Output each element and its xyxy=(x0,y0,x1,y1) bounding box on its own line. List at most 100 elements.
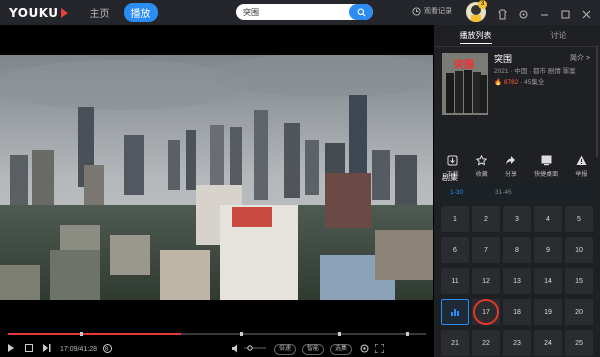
episode-button[interactable]: 17 xyxy=(472,299,500,325)
episode-number: 1 xyxy=(453,215,457,223)
maximize-icon[interactable] xyxy=(560,7,571,19)
episode-button[interactable]: 22 xyxy=(472,330,500,356)
next-icon[interactable] xyxy=(43,344,51,354)
episode-button[interactable]: 6 xyxy=(441,237,469,263)
svg-text:B: B xyxy=(105,346,109,352)
episode-number: 8 xyxy=(515,246,519,254)
search-button[interactable] xyxy=(349,4,373,20)
download-icon xyxy=(447,155,458,166)
fullscreen-icon[interactable] xyxy=(374,343,385,355)
star-icon xyxy=(476,155,488,166)
episode-number: 7 xyxy=(484,246,488,254)
episode-button[interactable]: 12 xyxy=(472,268,500,294)
progress-bar[interactable] xyxy=(8,332,426,336)
search-box[interactable]: 突围 xyxy=(236,4,373,20)
episode-range-tabs: 1-30 31-45 xyxy=(440,185,594,200)
intro-link[interactable]: 简介 > xyxy=(570,53,590,63)
tab-playlist[interactable]: 播放列表 xyxy=(434,25,517,46)
episode-button[interactable]: 19 xyxy=(534,299,562,325)
episode-button[interactable]: 3 xyxy=(503,206,531,232)
poster-title-text: 突围 xyxy=(454,60,474,71)
episode-button[interactable]: 9 xyxy=(534,237,562,263)
chapter-marker xyxy=(240,332,243,336)
show-meta: 2021 · 中国 · 都市 剧情 罪案 xyxy=(494,68,576,75)
stop-icon[interactable] xyxy=(25,344,33,354)
episode-button[interactable]: 18 xyxy=(503,299,531,325)
episode-number: 12 xyxy=(482,277,490,285)
range-tab-1-30[interactable]: 1-30 xyxy=(450,189,463,196)
episode-number: 4 xyxy=(546,215,550,223)
episode-number: 10 xyxy=(575,246,583,254)
play-icon[interactable] xyxy=(7,344,15,354)
episode-button[interactable]: 24 xyxy=(534,330,562,356)
episode-number: 13 xyxy=(513,277,521,285)
volume-icon[interactable] xyxy=(231,344,241,355)
smart-button[interactable]: 智能 xyxy=(302,343,325,355)
episode-number: 15 xyxy=(575,277,583,285)
youku-logo[interactable]: YOUKU xyxy=(9,6,68,20)
report-label: 举报 xyxy=(575,172,588,178)
tab-discussion[interactable]: 讨论 xyxy=(517,25,600,46)
show-info: 突围 突围 简介 > 2021 · 中国 · 都市 剧情 罪案 🔥 8782 ·… xyxy=(434,47,600,157)
episode-button[interactable]: 10 xyxy=(565,237,593,263)
chapter-marker xyxy=(338,332,341,336)
select-episode-button[interactable]: 选集 xyxy=(330,343,353,355)
progress-fill xyxy=(8,333,182,335)
nav-home-tab[interactable]: 主页 xyxy=(90,5,110,20)
tab-playlist-label: 播放列表 xyxy=(459,31,492,44)
episode-button[interactable]: 14 xyxy=(534,268,562,294)
skin-icon[interactable] xyxy=(497,7,508,20)
logo-play-icon xyxy=(60,7,68,18)
episode-number: 24 xyxy=(544,339,552,347)
episode-button[interactable]: 11 xyxy=(441,268,469,294)
range-tab-31-45[interactable]: 31-45 xyxy=(495,189,512,196)
episode-number: 11 xyxy=(451,277,459,285)
episode-button[interactable]: 25 xyxy=(565,330,593,356)
episode-button[interactable]: 20 xyxy=(565,299,593,325)
nav-play-tab[interactable]: 播放 xyxy=(123,3,158,22)
episode-playing[interactable] xyxy=(441,299,469,325)
tab-discussion-label: 讨论 xyxy=(550,31,567,40)
episode-button[interactable]: 5 xyxy=(565,206,593,232)
episode-number: 6 xyxy=(453,246,457,254)
show-rating: 🔥 8782 · 45集全 xyxy=(494,76,544,86)
settings-gear-icon[interactable] xyxy=(360,344,369,355)
episode-button[interactable]: 1 xyxy=(441,206,469,232)
scrollbar[interactable] xyxy=(596,47,598,157)
episode-grid: 1 2 3 4 5 6 7 8 9 10 11 12 13 14 15 17 18 19 20 21 22 23 24 25 xyxy=(441,206,595,356)
hot-value: 8782 xyxy=(503,79,519,86)
watch-history-button[interactable]: 观看记录 xyxy=(412,6,452,16)
search-input[interactable]: 突围 xyxy=(236,7,349,18)
episode-number: 3 xyxy=(515,215,519,223)
episode-button[interactable]: 7 xyxy=(472,237,500,263)
danmaku-icon[interactable]: B xyxy=(102,343,112,355)
window-controls xyxy=(497,7,592,20)
episode-button[interactable]: 21 xyxy=(441,330,469,356)
volume-slider[interactable] xyxy=(243,345,266,353)
desktop-shortcut-label: 快捷桌面 xyxy=(534,172,559,178)
top-bar: YOUKU 主页 播放 突围 观看记录 3 xyxy=(0,0,600,25)
video-frame[interactable] xyxy=(0,55,433,300)
episode-button[interactable]: 8 xyxy=(503,237,531,263)
speed-button[interactable]: 倍速 xyxy=(273,343,296,355)
episode-button[interactable]: 4 xyxy=(534,206,562,232)
show-poster[interactable]: 突围 xyxy=(442,53,488,115)
episode-number: 23 xyxy=(513,339,521,347)
close-icon[interactable] xyxy=(581,7,592,19)
episode-number: 5 xyxy=(577,215,581,223)
episode-button[interactable]: 23 xyxy=(503,330,531,356)
episode-button[interactable]: 13 xyxy=(503,268,531,294)
episode-number: 18 xyxy=(513,308,521,316)
panel-tabs: 播放列表 讨论 xyxy=(434,25,600,47)
search-icon xyxy=(357,8,365,16)
settings-icon[interactable] xyxy=(518,7,529,19)
episode-number: 22 xyxy=(482,339,490,347)
now-playing-icon xyxy=(451,308,459,316)
episode-button[interactable]: 15 xyxy=(565,268,593,294)
clock-icon xyxy=(412,6,421,16)
episode-count: · 45集全 xyxy=(518,79,545,86)
episode-button[interactable]: 2 xyxy=(472,206,500,232)
minimize-icon[interactable] xyxy=(539,7,550,18)
desktop-shortcut-icon xyxy=(541,155,552,166)
episode-number: 2 xyxy=(484,215,488,223)
